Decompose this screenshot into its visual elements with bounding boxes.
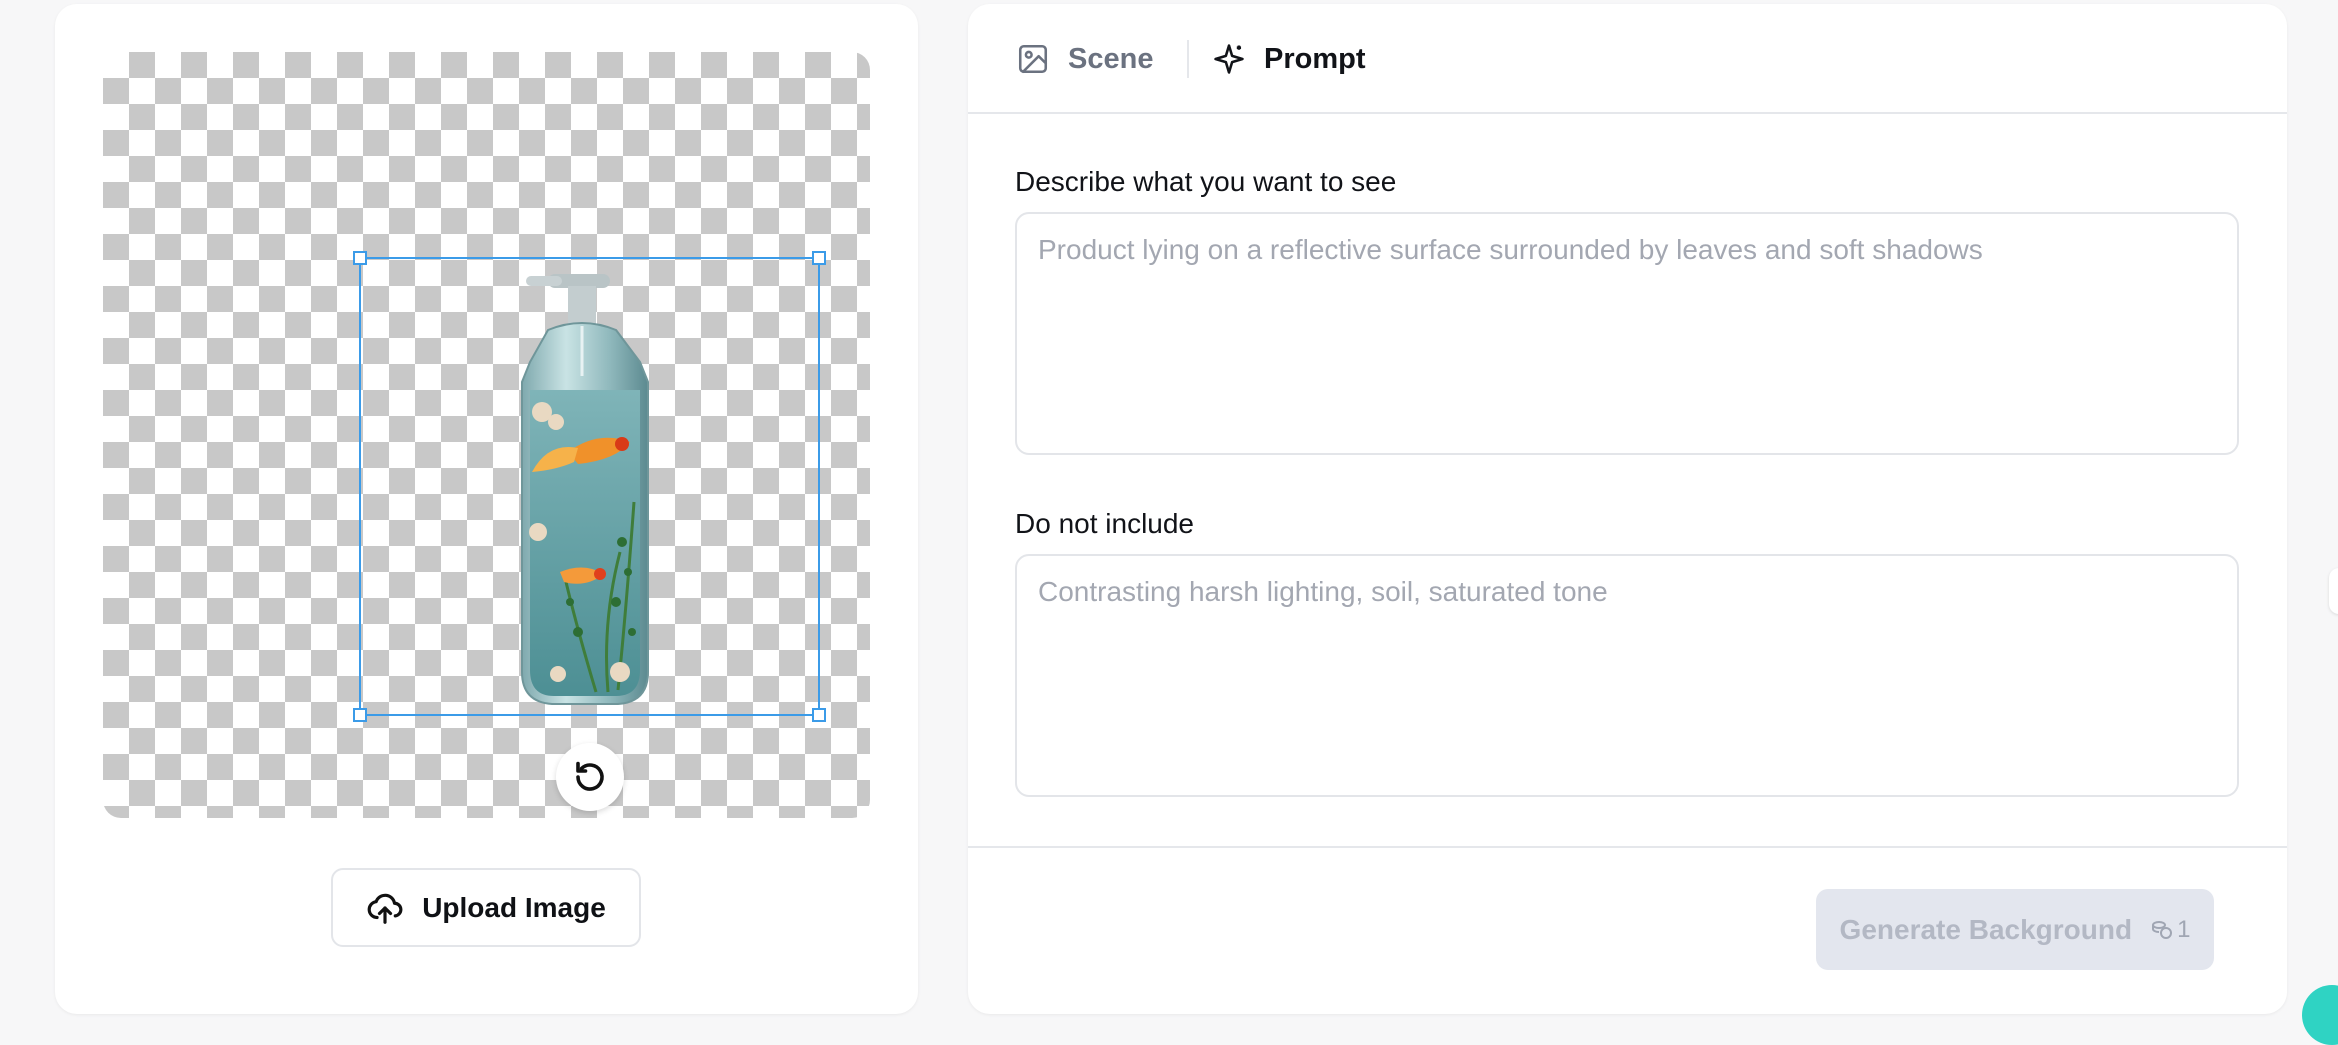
- sparkle-icon: [1214, 44, 1244, 74]
- tab-divider: [1187, 40, 1189, 78]
- describe-input[interactable]: [1015, 212, 2239, 455]
- settings-panel: Scene Prompt Describe what you want to s…: [968, 4, 2287, 1014]
- rotate-button[interactable]: [556, 743, 624, 811]
- footer-divider: [968, 846, 2287, 848]
- side-panel-handle[interactable]: [2329, 568, 2338, 614]
- coins-icon: [2152, 920, 2173, 939]
- selection-box[interactable]: [353, 251, 826, 722]
- tab-bar: Scene Prompt: [968, 4, 2287, 114]
- credit-cost: 1: [2150, 916, 2190, 944]
- upload-image-label: Upload Image: [422, 891, 606, 923]
- help-launcher-button[interactable]: [2302, 985, 2338, 1045]
- resize-handle-bottom-left[interactable]: [353, 708, 367, 722]
- credit-cost-value: 1: [2177, 915, 2191, 943]
- resize-handle-top-left[interactable]: [353, 251, 367, 265]
- generate-background-button[interactable]: Generate Background 1: [1816, 889, 2214, 970]
- resize-handle-top-right[interactable]: [812, 251, 826, 265]
- describe-label: Describe what you want to see: [1015, 166, 1397, 197]
- tab-prompt[interactable]: Prompt: [1212, 37, 1366, 81]
- transparent-canvas[interactable]: [103, 52, 870, 818]
- image-icon: [1018, 44, 1048, 74]
- cloud-upload-icon: [367, 893, 403, 924]
- tab-prompt-label: Prompt: [1264, 42, 1366, 75]
- upload-image-button[interactable]: Upload Image: [331, 868, 641, 947]
- resize-handle-bottom-right[interactable]: [812, 708, 826, 722]
- exclude-label: Do not include: [1015, 508, 1195, 539]
- rotate-icon: [576, 761, 604, 791]
- tab-scene-label: Scene: [1068, 42, 1154, 75]
- exclude-input[interactable]: [1015, 554, 2239, 797]
- generate-background-label: Generate Background: [1839, 913, 2133, 945]
- tab-scene[interactable]: Scene: [1016, 37, 1153, 81]
